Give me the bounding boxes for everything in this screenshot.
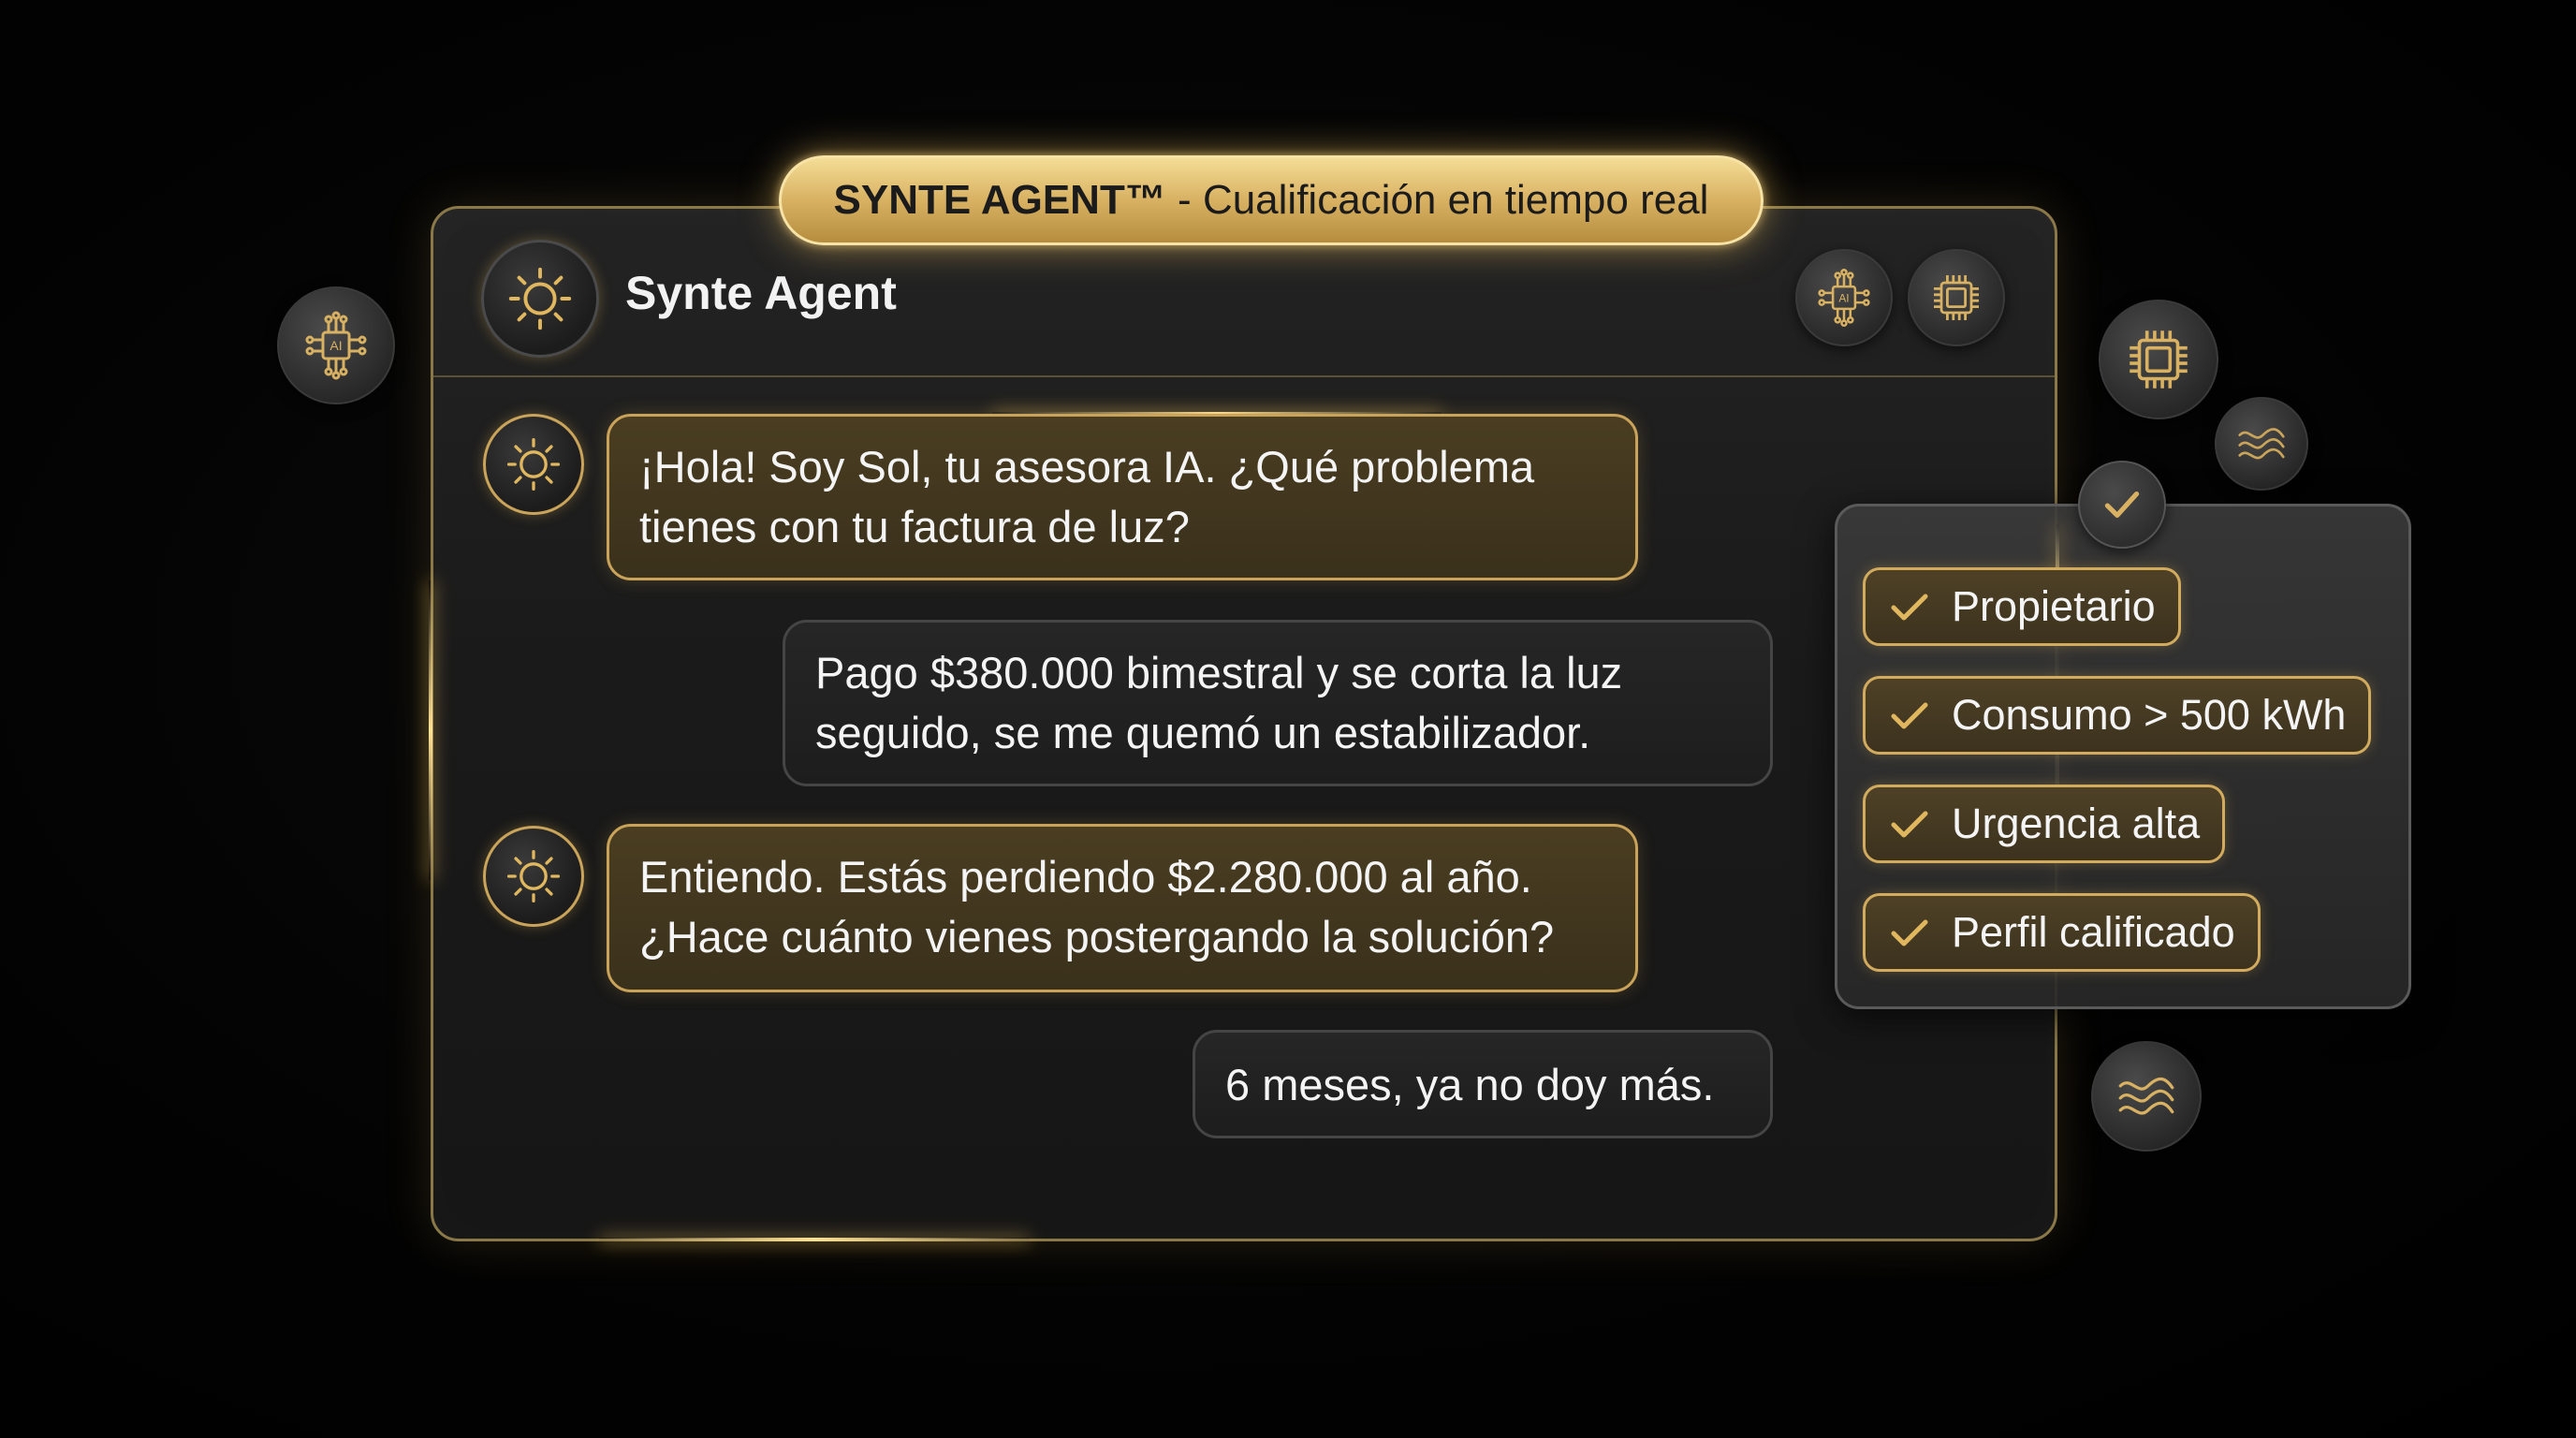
message-line: seguido, se me quemó un estabilizador. [815,708,1591,757]
check-icon [2104,491,2140,519]
check-icon [1886,909,1933,956]
agent-name: Synte Agent [625,267,897,319]
title-brand: SYNTE AGENT™ [833,177,1166,223]
ai-chip-icon: AI [1818,268,1870,328]
message-line: Pago $380.000 bimestral y se corta la lu… [815,648,1623,697]
message-line: ¡Hola! Soy Sol, tu asesora IA. ¿Qué prob… [639,442,1535,492]
glow-accent-bottom [599,1238,1030,1241]
stage: AI SYNTE AGENT™ - Cualificación en tiemp… [0,0,2576,1438]
processor-chip-button[interactable] [1908,249,2005,346]
qualification-item: Perfil calificado [1863,893,2261,972]
qualification-label: Consumo > 500 kWh [1952,691,2347,739]
ai-chip-icon: AI [277,286,395,404]
title-subtitle: Cualificación en tiempo real [1202,177,1709,223]
svg-text:AI: AI [1838,291,1849,304]
check-icon [1886,800,1933,847]
agent-avatar [481,240,599,358]
processor-chip-icon [1934,275,1979,320]
glow-accent-left [429,580,432,880]
sun-icon [506,849,561,903]
wave-icon [2091,1041,2202,1152]
qualification-label: Urgencia alta [1952,800,2201,847]
agent-message-avatar [483,414,584,515]
qualification-item: Consumo > 500 kWh [1863,676,2372,755]
message-line: tienes con tu factura de luz? [639,502,1190,551]
message-line: ¿Hace cuánto vienes postergando la soluc… [639,912,1555,961]
message-line: 6 meses, ya no doy más. [1225,1060,1715,1109]
message-line: Entiendo. Estás perdiendo $2.280.000 al … [639,852,1532,902]
ai-chip-button[interactable]: AI [1795,249,1893,346]
qualification-label: Propietario [1952,582,2156,630]
check-icon [1886,692,1933,739]
qualification-item: Urgencia alta [1863,785,2226,863]
title-pill: SYNTE AGENT™ - Cualificación en tiempo r… [779,155,1764,245]
agent-message-avatar [483,826,584,927]
sun-icon [506,437,561,492]
title-separator: - [1165,177,1203,223]
wave-icon [2215,397,2308,491]
check-badge [2078,461,2166,549]
svg-text:AI: AI [329,338,342,353]
sun-icon [508,267,572,330]
agent-message-bubble: Entiendo. Estás perdiendo $2.280.000 al … [607,824,1638,992]
qualification-item: Propietario [1863,567,2181,646]
qualification-label: Perfil calificado [1952,908,2235,956]
user-message-bubble: Pago $380.000 bimestral y se corta la lu… [783,620,1773,786]
agent-message-bubble: ¡Hola! Soy Sol, tu asesora IA. ¿Qué prob… [607,414,1638,580]
user-message-bubble: 6 meses, ya no doy más. [1193,1030,1773,1138]
check-icon [1886,583,1933,630]
processor-chip-icon [2099,300,2218,419]
